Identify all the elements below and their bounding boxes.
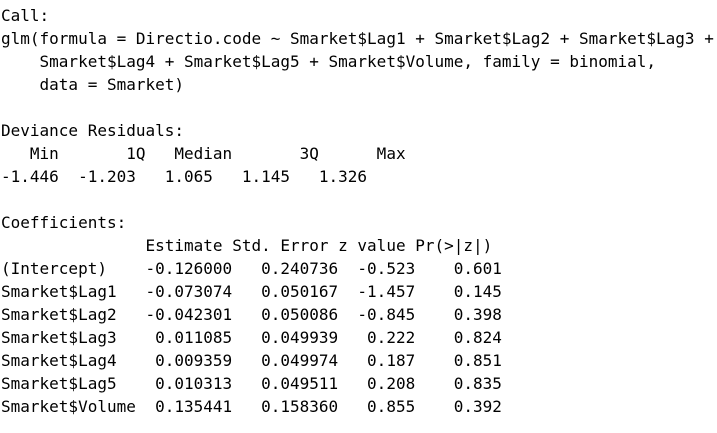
- coefficients-header: Coefficients:: [1, 213, 127, 232]
- coefficient-row: Smarket$Volume 0.135441 0.158360 0.855 0…: [1, 397, 502, 416]
- coefficient-row: Smarket$Lag4 0.009359 0.049974 0.187 0.8…: [1, 351, 502, 370]
- deviance-residuals-values: -1.446 -1.203 1.065 1.145 1.326: [1, 167, 368, 186]
- r-console-output: Call: glm(formula = Directio.code ~ Smar…: [1, 4, 717, 418]
- call-header: Call:: [1, 6, 50, 25]
- coefficient-row: Smarket$Lag3 0.011085 0.049939 0.222 0.8…: [1, 328, 502, 347]
- coefficient-row: Smarket$Lag1 -0.073074 0.050167 -1.457 0…: [1, 282, 502, 301]
- deviance-residuals-header: Deviance Residuals:: [1, 121, 185, 140]
- call-line: Smarket$Lag4 + Smarket$Lag5 + Smarket$Vo…: [1, 52, 657, 71]
- coefficient-row: Smarket$Lag5 0.010313 0.049511 0.208 0.8…: [1, 374, 502, 393]
- coefficients-column-headers: Estimate Std. Error z value Pr(>|z|): [1, 236, 493, 255]
- deviance-residuals-labels: Min 1Q Median 3Q Max: [1, 144, 406, 163]
- coefficient-row: (Intercept) -0.126000 0.240736 -0.523 0.…: [1, 259, 502, 278]
- call-line: data = Smarket): [1, 75, 185, 94]
- coefficient-row: Smarket$Lag2 -0.042301 0.050086 -0.845 0…: [1, 305, 502, 324]
- call-line: glm(formula = Directio.code ~ Smarket$La…: [1, 29, 714, 48]
